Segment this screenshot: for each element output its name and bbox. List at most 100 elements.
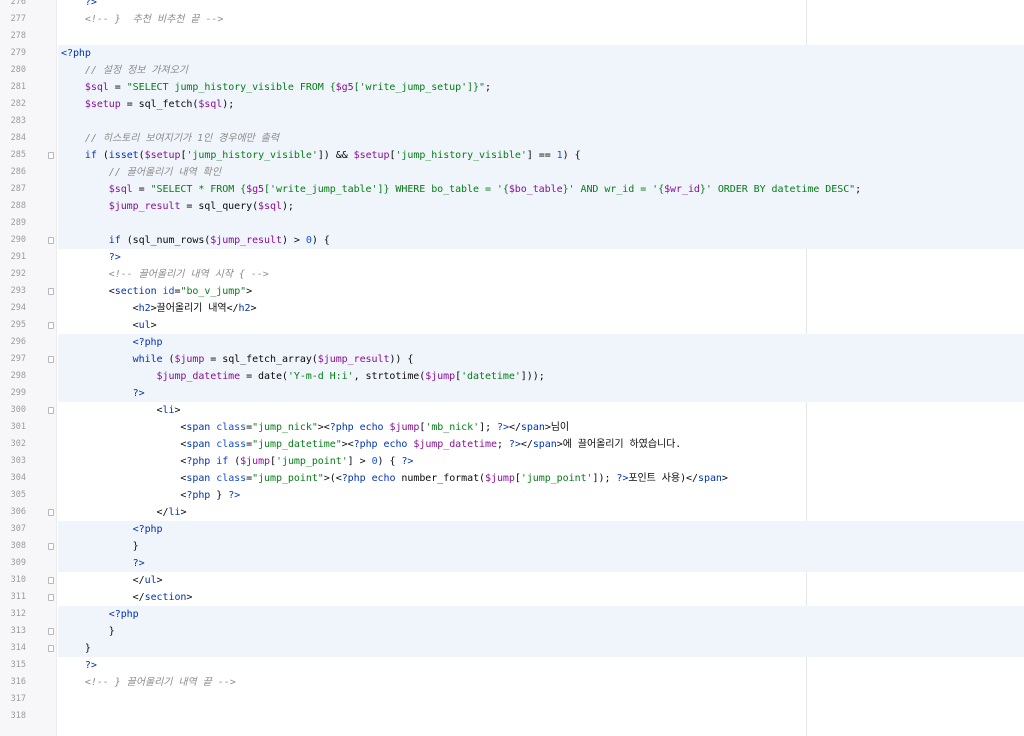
code-line[interactable]: 292 <!-- 끌어올리기 내역 시작 { --> [0, 266, 1024, 283]
code-line[interactable]: 312 <?php [0, 606, 1024, 623]
line-code[interactable]: $setup = sql_fetch($sql); [61, 96, 234, 113]
line-code[interactable]: } [61, 538, 139, 555]
code-line[interactable]: 281 $sql = "SELECT jump_history_visible … [0, 79, 1024, 96]
line-code[interactable]: <?php [61, 521, 163, 538]
code-line[interactable]: 317 [0, 691, 1024, 708]
code-line[interactable]: 294 <h2>끌어올리기 내역</h2> [0, 300, 1024, 317]
line-code[interactable]: </section> [61, 589, 193, 606]
line-code[interactable]: <span class="jump_nick"><?php echo $jump… [61, 419, 569, 436]
line-code[interactable]: $sql = "SELECT jump_history_visible FROM… [61, 79, 491, 96]
line-code[interactable]: <?php [61, 45, 91, 62]
code-line[interactable]: 287 $sql = "SELECT * FROM {$g5['write_ju… [0, 181, 1024, 198]
code-line[interactable]: 299 ?> [0, 385, 1024, 402]
code-line[interactable]: 306 </li> [0, 504, 1024, 521]
fold-toggle-icon[interactable] [48, 645, 54, 652]
line-code[interactable]: <li> [61, 402, 181, 419]
code-line[interactable]: 315 ?> [0, 657, 1024, 674]
code-line[interactable]: 293 <section id="bo_v_jump"> [0, 283, 1024, 300]
code-line[interactable]: 308 } [0, 538, 1024, 555]
code-line[interactable]: 305 <?php } ?> [0, 487, 1024, 504]
code-line[interactable]: 310 </ul> [0, 572, 1024, 589]
code-line[interactable]: 316 <!-- } 끌어올리기 내역 끝 --> [0, 674, 1024, 691]
code-line[interactable]: 296 <?php [0, 334, 1024, 351]
line-code[interactable]: <ul> [61, 317, 157, 334]
line-number: 316 [10, 677, 26, 687]
line-code[interactable]: ?> [61, 657, 97, 674]
code-line[interactable]: 297 while ($jump = sql_fetch_array($jump… [0, 351, 1024, 368]
line-code[interactable]: <?php [61, 606, 139, 623]
fold-toggle-icon[interactable] [48, 509, 54, 516]
code-line[interactable]: 290 if (sql_num_rows($jump_result) > 0) … [0, 232, 1024, 249]
line-code[interactable]: <h2>끌어올리기 내역</h2> [61, 300, 257, 317]
code-line[interactable]: 279 <?php [0, 45, 1024, 62]
code-editor[interactable]: 276 ?> 277 <!-- } 추천 비추천 끝 --> 278 279 <?php… [0, 0, 1024, 736]
code-line[interactable]: 309 ?> [0, 555, 1024, 572]
code-line[interactable]: 304 <span class="jump_point">(<?php echo… [0, 470, 1024, 487]
code-line[interactable]: 301 <span class="jump_nick"><?php echo $… [0, 419, 1024, 436]
code-line[interactable]: 283 [0, 113, 1024, 130]
code-line[interactable]: 313 } [0, 623, 1024, 640]
code-line[interactable]: 291 ?> [0, 249, 1024, 266]
fold-toggle-icon[interactable] [48, 594, 54, 601]
line-code[interactable]: if (isset($setup['jump_history_visible']… [61, 147, 581, 164]
line-code[interactable]: // 끌어올리기 내역 확인 [61, 164, 221, 181]
line-code[interactable]: } [61, 623, 115, 640]
code-line[interactable]: 303 <?php if ($jump['jump_point'] > 0) {… [0, 453, 1024, 470]
line-code[interactable]: <?php if ($jump['jump_point'] > 0) { ?> [61, 453, 413, 470]
code-line[interactable]: 302 <span class="jump_datetime"><?php ec… [0, 436, 1024, 453]
line-code[interactable]: $sql = "SELECT * FROM {$g5['write_jump_t… [61, 181, 861, 198]
line-code[interactable]: <section id="bo_v_jump"> [61, 283, 252, 300]
code-line[interactable]: 288 $jump_result = sql_query($sql); [0, 198, 1024, 215]
code-line[interactable]: 282 $setup = sql_fetch($sql); [0, 96, 1024, 113]
code-token: "SELECT jump_history_visible FROM { [126, 82, 336, 93]
fold-toggle-icon[interactable] [48, 356, 54, 363]
line-code[interactable]: </li> [61, 504, 187, 521]
code-token: = sql_fetch_array( [204, 354, 318, 365]
line-code[interactable]: ?> [61, 555, 145, 572]
code-line[interactable]: 286 // 끌어올리기 내역 확인 [0, 164, 1024, 181]
line-code[interactable]: ?> [61, 385, 145, 402]
line-number: 295 [10, 320, 26, 330]
fold-toggle-icon[interactable] [48, 322, 54, 329]
code-lines[interactable]: 276 ?> 277 <!-- } 추천 비추천 끝 --> 278 279 <?php… [0, 0, 1024, 725]
code-line[interactable]: 314 } [0, 640, 1024, 657]
line-code[interactable]: // 설정 정보 가져오기 [61, 62, 188, 79]
line-code[interactable]: } [61, 640, 91, 657]
code-line[interactable]: 318 [0, 708, 1024, 725]
line-code[interactable]: if (sql_num_rows($jump_result) > 0) { [61, 232, 330, 249]
code-line[interactable]: 285 if (isset($setup['jump_history_visib… [0, 147, 1024, 164]
line-code[interactable]: <?php [61, 334, 163, 351]
code-line[interactable]: 289 [0, 215, 1024, 232]
line-code[interactable]: ?> [61, 249, 121, 266]
code-line[interactable]: 278 [0, 28, 1024, 45]
fold-toggle-icon[interactable] [48, 407, 54, 414]
line-code[interactable]: <!-- } 끌어올리기 내역 끝 --> [61, 674, 236, 691]
line-code[interactable]: $jump_datetime = date('Y-m-d H:i', strto… [61, 368, 545, 385]
line-code[interactable]: // 히스토리 보여지기가 1인 경우에만 출력 [61, 130, 279, 147]
line-code[interactable]: while ($jump = sql_fetch_array($jump_res… [61, 351, 414, 368]
line-code[interactable]: <?php } ?> [61, 487, 240, 504]
fold-toggle-icon[interactable] [48, 543, 54, 550]
fold-toggle-icon[interactable] [48, 577, 54, 584]
line-number: 309 [10, 558, 26, 568]
code-line[interactable]: 295 <ul> [0, 317, 1024, 334]
fold-toggle-icon[interactable] [48, 288, 54, 295]
code-line[interactable]: 311 </section> [0, 589, 1024, 606]
code-line[interactable]: 284 // 히스토리 보여지기가 1인 경우에만 출력 [0, 130, 1024, 147]
code-line[interactable]: 276 ?> [0, 0, 1024, 11]
line-code[interactable]: <span class="jump_point">(<?php echo num… [61, 470, 728, 487]
fold-toggle-icon[interactable] [48, 237, 54, 244]
line-code[interactable]: <span class="jump_datetime"><?php echo $… [61, 436, 681, 453]
line-code[interactable]: ?> [61, 0, 97, 11]
code-line[interactable]: 307 <?php [0, 521, 1024, 538]
fold-toggle-icon[interactable] [48, 152, 54, 159]
code-line[interactable]: 298 $jump_datetime = date('Y-m-d H:i', s… [0, 368, 1024, 385]
line-code[interactable]: <!-- } 추천 비추천 끝 --> [61, 11, 224, 28]
fold-toggle-icon[interactable] [48, 628, 54, 635]
code-line[interactable]: 277 <!-- } 추천 비추천 끝 --> [0, 11, 1024, 28]
code-line[interactable]: 280 // 설정 정보 가져오기 [0, 62, 1024, 79]
line-code[interactable]: <!-- 끌어올리기 내역 시작 { --> [61, 266, 269, 283]
line-code[interactable]: </ul> [61, 572, 163, 589]
line-code[interactable]: $jump_result = sql_query($sql); [61, 198, 294, 215]
code-line[interactable]: 300 <li> [0, 402, 1024, 419]
